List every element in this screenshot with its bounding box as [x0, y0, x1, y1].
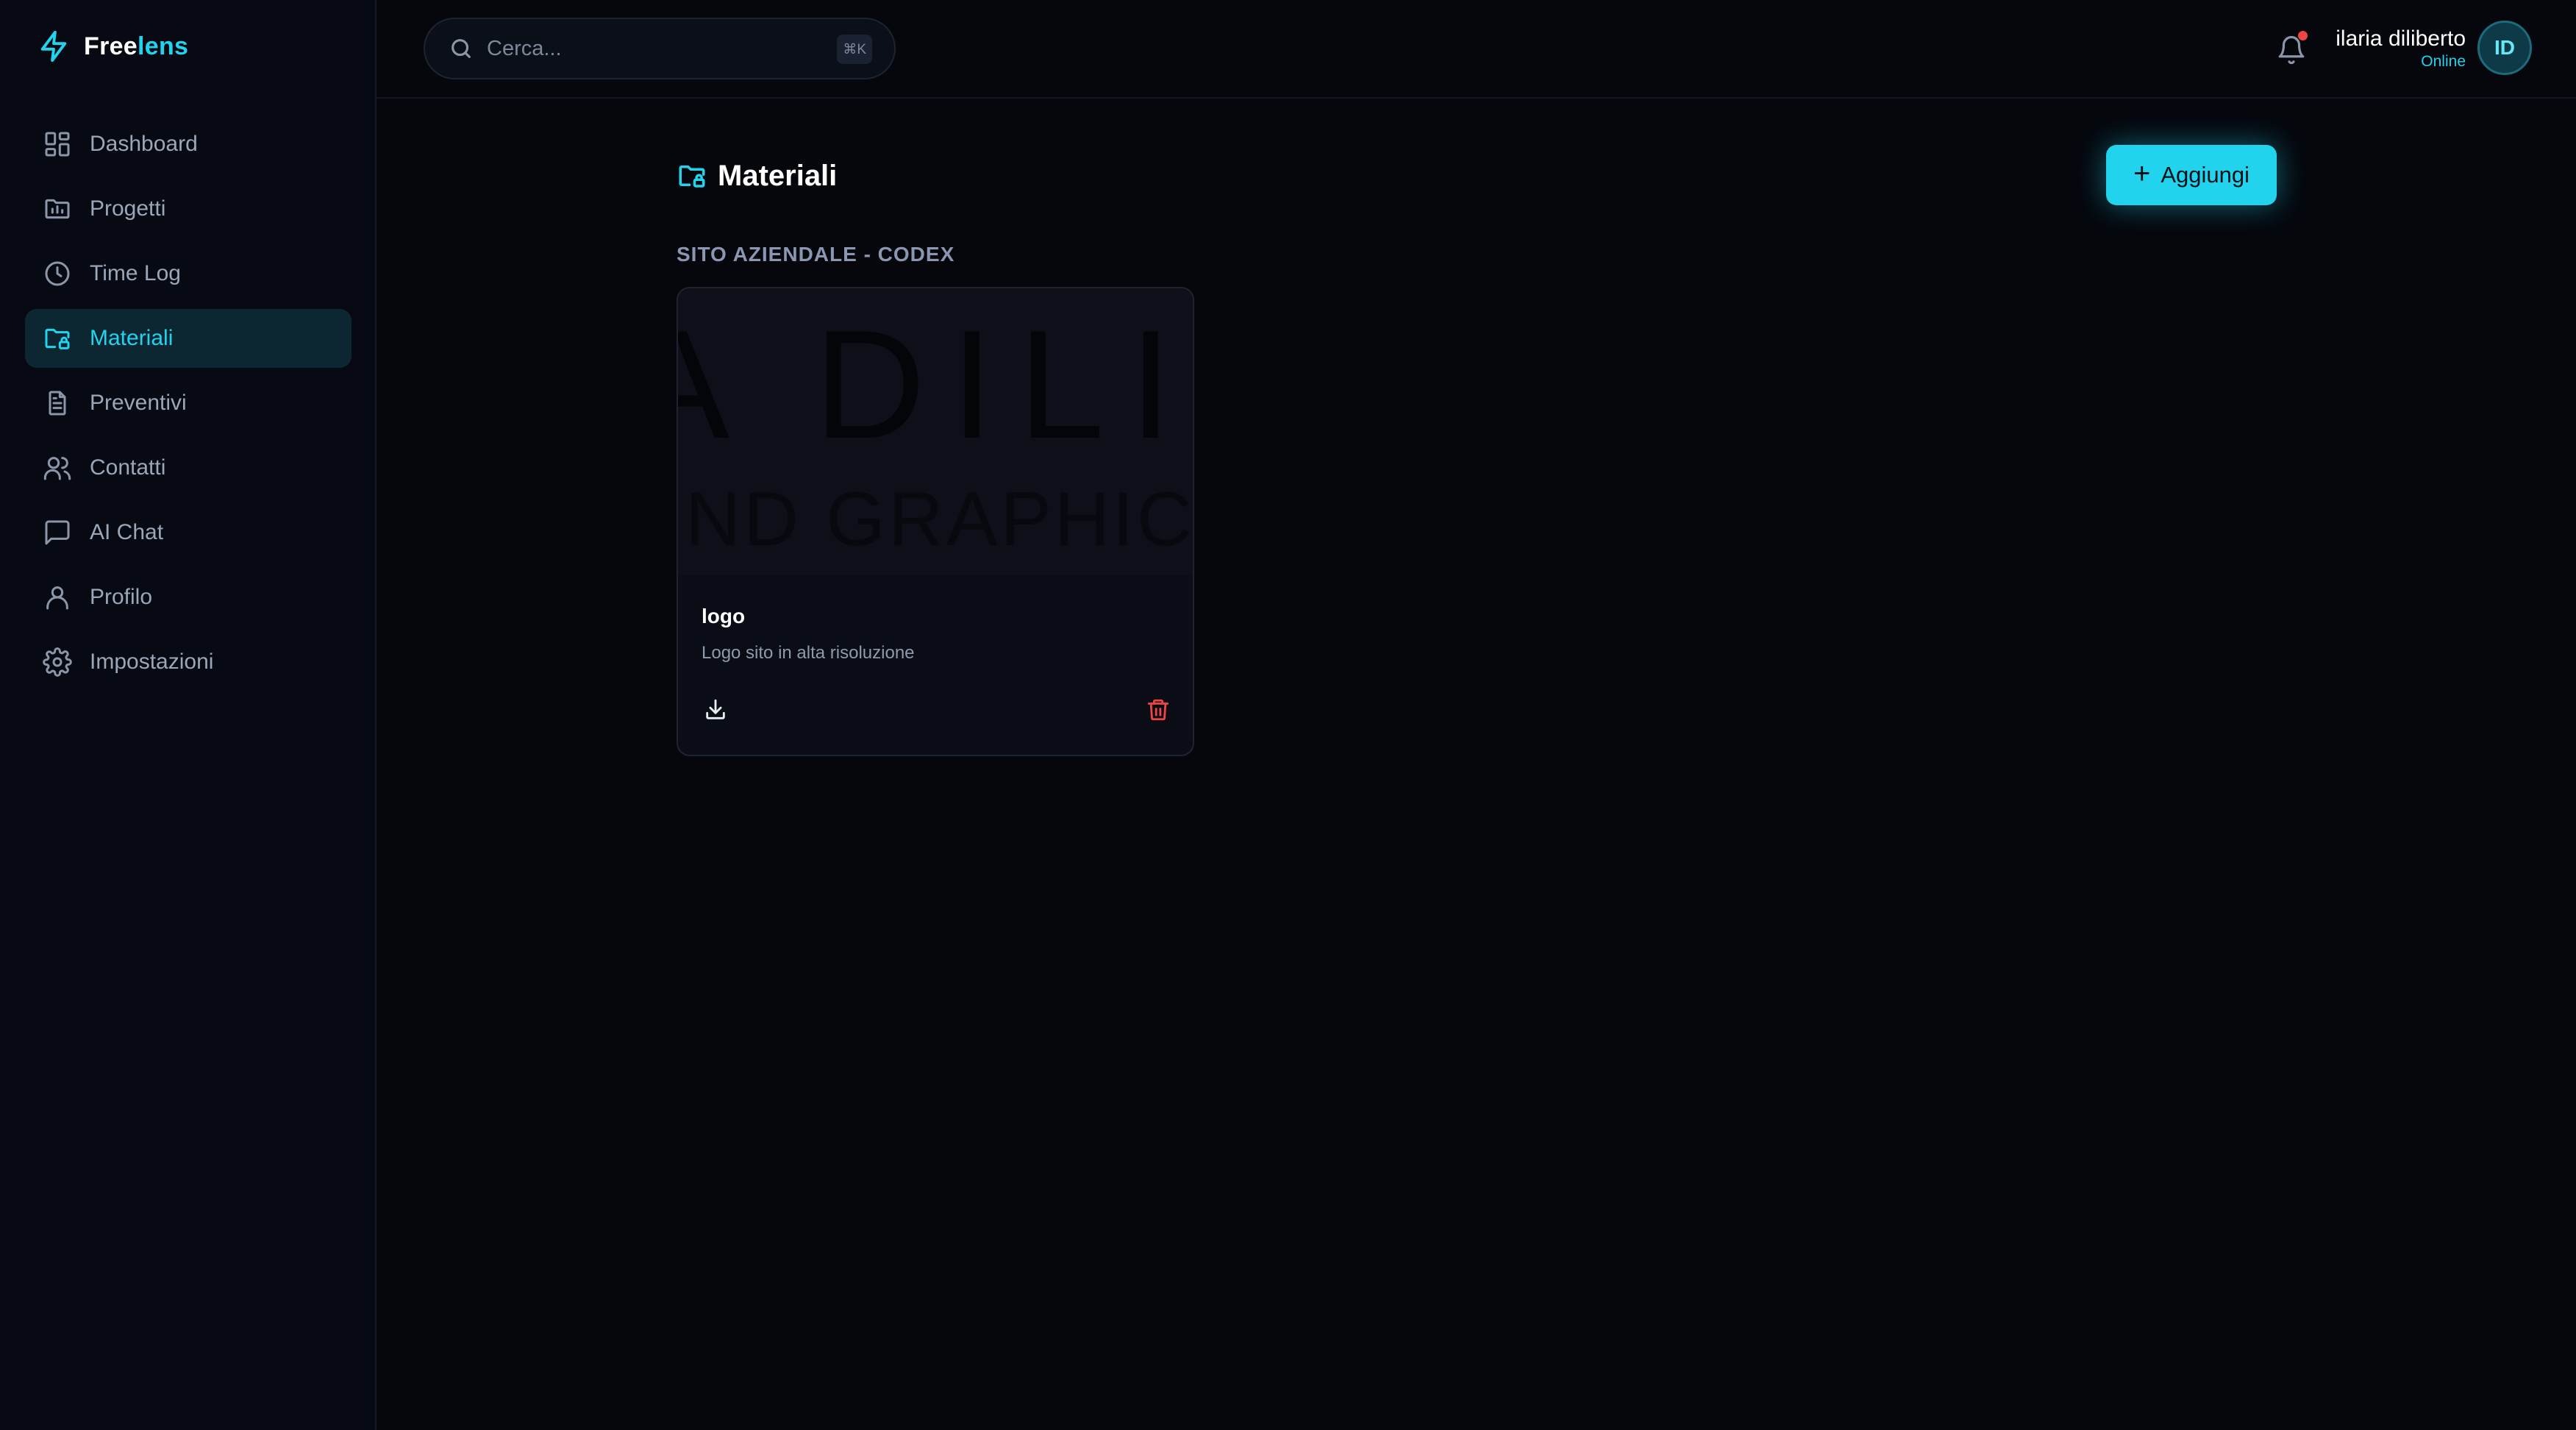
- user-icon: [46, 586, 68, 610]
- sidebar-item-ai-chat[interactable]: AI Chat: [25, 503, 352, 562]
- notifications-button[interactable]: [2269, 28, 2313, 72]
- users-icon: [43, 457, 71, 480]
- sidebar-item-label: Materiali: [90, 326, 174, 350]
- project-section-label: SITO AZIENDALE - CODEX: [677, 243, 955, 266]
- add-button-label: Aggiungi: [2161, 162, 2249, 188]
- topbar: ⌘K ilaria diliberto Online ID: [377, 0, 2576, 99]
- document-icon: [49, 391, 66, 416]
- search-icon: [452, 39, 471, 58]
- sidebar-item-label: Time Log: [90, 261, 181, 285]
- sidebar-item-preventivi[interactable]: Preventivi: [25, 374, 352, 433]
- sidebar-item-materiali[interactable]: Materiali: [25, 309, 352, 368]
- plus-icon: +: [2133, 157, 2151, 190]
- material-title: logo: [702, 605, 746, 627]
- preview-text-line-1: A DILI: [678, 298, 1193, 471]
- sidebar-nav: Dashboard Progetti Time Log Materiali Pr…: [25, 115, 352, 697]
- material-description: Logo sito in alta risoluzione: [702, 643, 915, 663]
- sidebar-item-label: Profilo: [90, 585, 153, 609]
- user-info: ilaria diliberto Online: [2336, 25, 2466, 71]
- sidebar-item-label: Impostazioni: [90, 650, 214, 674]
- download-icon: [706, 699, 725, 719]
- clock-icon: [45, 261, 70, 286]
- search-bar[interactable]: ⌘K: [424, 18, 896, 79]
- gear-icon: [43, 647, 72, 677]
- sidebar-item-label: Preventivi: [90, 391, 187, 415]
- delete-button[interactable]: [1140, 691, 1177, 728]
- search-shortcut-badge: ⌘K: [837, 35, 872, 64]
- sidebar-item-contatti[interactable]: Contatti: [25, 438, 352, 497]
- sidebar-item-label: Progetti: [90, 196, 166, 221]
- chat-bubble-icon: [45, 520, 70, 545]
- preview-text-line-2: ND GRAPHIC D: [685, 477, 1193, 562]
- folder-lock-icon: [679, 166, 705, 188]
- page-title: Materiali: [677, 157, 837, 194]
- sidebar-item-impostazioni[interactable]: Impostazioni: [25, 633, 352, 691]
- sidebar-item-label: AI Chat: [90, 520, 164, 544]
- download-button[interactable]: [697, 691, 734, 728]
- material-preview-image[interactable]: A DILI ND GRAPHIC D: [678, 288, 1193, 575]
- sidebar-item-label: Contatti: [90, 455, 166, 480]
- sidebar-item-label: Dashboard: [90, 132, 198, 156]
- page-title-text: Materiali: [718, 159, 838, 192]
- sidebar: Freelens Dashboard Progetti Time Log Mat…: [0, 0, 377, 1430]
- user-menu[interactable]: ilaria diliberto Online ID: [2336, 21, 2532, 75]
- sidebar-item-profilo[interactable]: Profilo: [25, 568, 352, 627]
- brand-name-part2: lens: [138, 32, 189, 60]
- avatar[interactable]: ID: [2477, 21, 2532, 75]
- dashboard-grid-icon: [45, 132, 70, 157]
- notification-dot: [2298, 31, 2308, 40]
- sidebar-item-dashboard[interactable]: Dashboard: [25, 115, 352, 174]
- trash-icon: [1147, 699, 1169, 721]
- add-button[interactable]: + Aggiungi: [2106, 145, 2277, 205]
- lightning-icon: [40, 30, 67, 63]
- brand-name: Freelens: [84, 32, 188, 61]
- brand-name-part1: Free: [84, 32, 138, 60]
- sidebar-item-progetti[interactable]: Progetti: [25, 179, 352, 238]
- sidebar-item-time-log[interactable]: Time Log: [25, 244, 352, 303]
- brand-logo[interactable]: Freelens: [37, 28, 188, 65]
- search-input[interactable]: [485, 35, 824, 62]
- user-status: Online: [2421, 53, 2466, 70]
- folder-chart-icon: [45, 199, 70, 219]
- folder-lock-icon: [45, 328, 70, 349]
- user-name: ilaria diliberto: [2336, 26, 2466, 51]
- material-card[interactable]: A DILI ND GRAPHIC D logo Logo sito in al…: [677, 287, 1194, 756]
